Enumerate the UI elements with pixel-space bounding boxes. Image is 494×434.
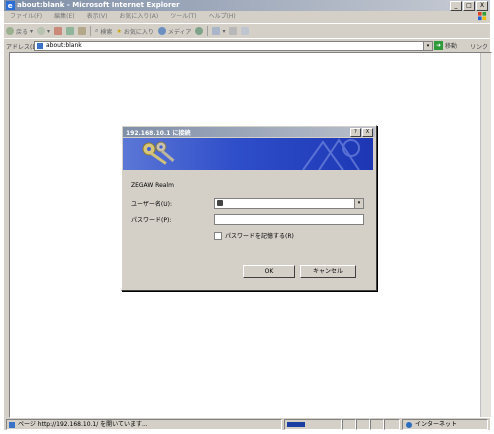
page-icon [37, 43, 43, 49]
progress-panel [284, 419, 342, 430]
auth-dialog: 192.168.10.1 に接続 ? X ZEGAW Realm ユーザー名(U… [121, 125, 377, 291]
history-icon[interactable] [195, 27, 204, 35]
back-button[interactable]: 戻る ▾ [6, 27, 33, 36]
search-button[interactable]: ⌕ 検索 [95, 27, 112, 36]
star-icon: ★ [116, 27, 122, 35]
globe-icon [406, 421, 412, 428]
toolbar-separator [207, 26, 209, 36]
zone-label: インターネット [415, 421, 458, 428]
status-text: ページ http://192.168.10.1/ を開いています... [18, 421, 148, 428]
status-panel-1 [342, 419, 356, 430]
password-field[interactable] [214, 214, 364, 225]
home-icon[interactable] [78, 27, 87, 35]
username-label: ユーザー名(U): [131, 201, 172, 208]
window-controls: _ □ X [450, 1, 488, 11]
remember-password[interactable]: パスワードを記憶する(R) [214, 231, 294, 240]
page-icon [9, 421, 15, 428]
menu-file[interactable]: ファイル(F) [10, 12, 42, 22]
stop-icon[interactable] [54, 27, 63, 35]
menu-view[interactable]: 表示(V) [87, 12, 108, 22]
ok-button[interactable]: OK [243, 265, 295, 278]
windows-logo-icon [478, 12, 487, 21]
media-button[interactable]: メディア [157, 27, 192, 36]
mail-button[interactable]: ▾ [212, 27, 225, 35]
mail-icon [212, 27, 221, 35]
chevron-down-icon: ▾ [30, 27, 34, 35]
toolbar-separator [90, 26, 92, 36]
chevron-down-icon: ▾ [47, 27, 51, 35]
menu-bar: ファイル(F) 編集(E) 表示(V) お気に入り(A) ツール(T) ヘルプ(… [4, 12, 490, 22]
dialog-banner [123, 138, 373, 170]
user-icon [217, 200, 223, 206]
chevron-down-icon[interactable]: ▾ [354, 199, 363, 208]
keys-banner-graphic [142, 138, 360, 170]
menu-favorites[interactable]: お気に入り(A) [119, 12, 158, 22]
username-combobox[interactable]: ▾ [214, 198, 364, 209]
back-label: 戻る [16, 28, 29, 36]
menu-help[interactable]: ヘルプ(H) [209, 12, 236, 22]
media-icon [157, 27, 166, 35]
forward-arrow-icon [37, 27, 46, 35]
close-button[interactable]: X [476, 1, 488, 11]
remember-label: パスワードを記憶する(R) [225, 233, 294, 240]
media-label: メディア [167, 28, 192, 36]
favorites-button[interactable]: ★ お気に入り [116, 27, 153, 36]
back-arrow-icon [6, 27, 14, 35]
chevron-down-icon: ▾ [222, 27, 226, 35]
security-zone-panel: インターネット [402, 419, 488, 430]
links-button[interactable]: リンク [470, 42, 488, 51]
go-arrow-icon: ➜ [434, 41, 443, 50]
dialog-close-button[interactable]: X [362, 128, 373, 137]
status-text-panel: ページ http://192.168.10.1/ を開いています... [6, 419, 282, 430]
status-bar: ページ http://192.168.10.1/ を開いています... インター… [4, 418, 490, 430]
status-panel-2 [356, 419, 370, 430]
dialog-title-bar[interactable]: 192.168.10.1 に接続 ? X [123, 127, 375, 137]
edit-icon[interactable] [241, 27, 250, 35]
address-input[interactable]: about:blank [34, 41, 425, 51]
keys-icon [142, 141, 175, 165]
progress-fill [287, 422, 305, 427]
minimize-button[interactable]: _ [450, 1, 462, 11]
maximize-button[interactable]: □ [463, 1, 475, 11]
go-label: 移動 [445, 43, 458, 50]
status-panel-3 [370, 419, 384, 430]
window-title: about:blank - Microsoft Internet Explore… [17, 1, 180, 9]
search-icon: ⌕ [95, 27, 99, 34]
favorites-label: お気に入り [123, 28, 154, 36]
password-label: パスワード(P): [131, 217, 172, 224]
cancel-button[interactable]: キャンセル [300, 265, 356, 278]
print-icon[interactable] [229, 27, 238, 35]
vertical-scrollbar[interactable] [480, 53, 491, 417]
svg-text:e: e [8, 1, 13, 10]
ie-logo-icon: e [6, 1, 15, 10]
forward-button[interactable]: ▾ [37, 27, 50, 35]
realm-text: ZEGAW Realm [131, 182, 174, 189]
go-button[interactable]: ➜ 移動 [434, 41, 457, 50]
search-label: 検索 [100, 28, 113, 36]
menu-edit[interactable]: 編集(E) [54, 12, 74, 22]
status-panel-4 [384, 419, 400, 430]
address-url: about:blank [46, 42, 82, 49]
standard-toolbar: 戻る ▾ ▾ ⌕ 検索 ★ お気に入り メディア ▾ [4, 23, 490, 38]
refresh-icon[interactable] [66, 27, 75, 35]
menu-tools[interactable]: ツール(T) [170, 12, 196, 22]
help-button[interactable]: ? [350, 128, 361, 137]
title-bar[interactable]: e about:blank - Microsoft Internet Explo… [4, 0, 490, 11]
address-bar: アドレス(D) about:blank ▾ ➜ 移動 リンク [4, 38, 490, 52]
dialog-title: 192.168.10.1 に接続 [126, 130, 191, 137]
address-dropdown-button[interactable]: ▾ [423, 41, 433, 51]
remember-checkbox[interactable] [214, 231, 222, 240]
dialog-controls: ? X [350, 128, 373, 137]
